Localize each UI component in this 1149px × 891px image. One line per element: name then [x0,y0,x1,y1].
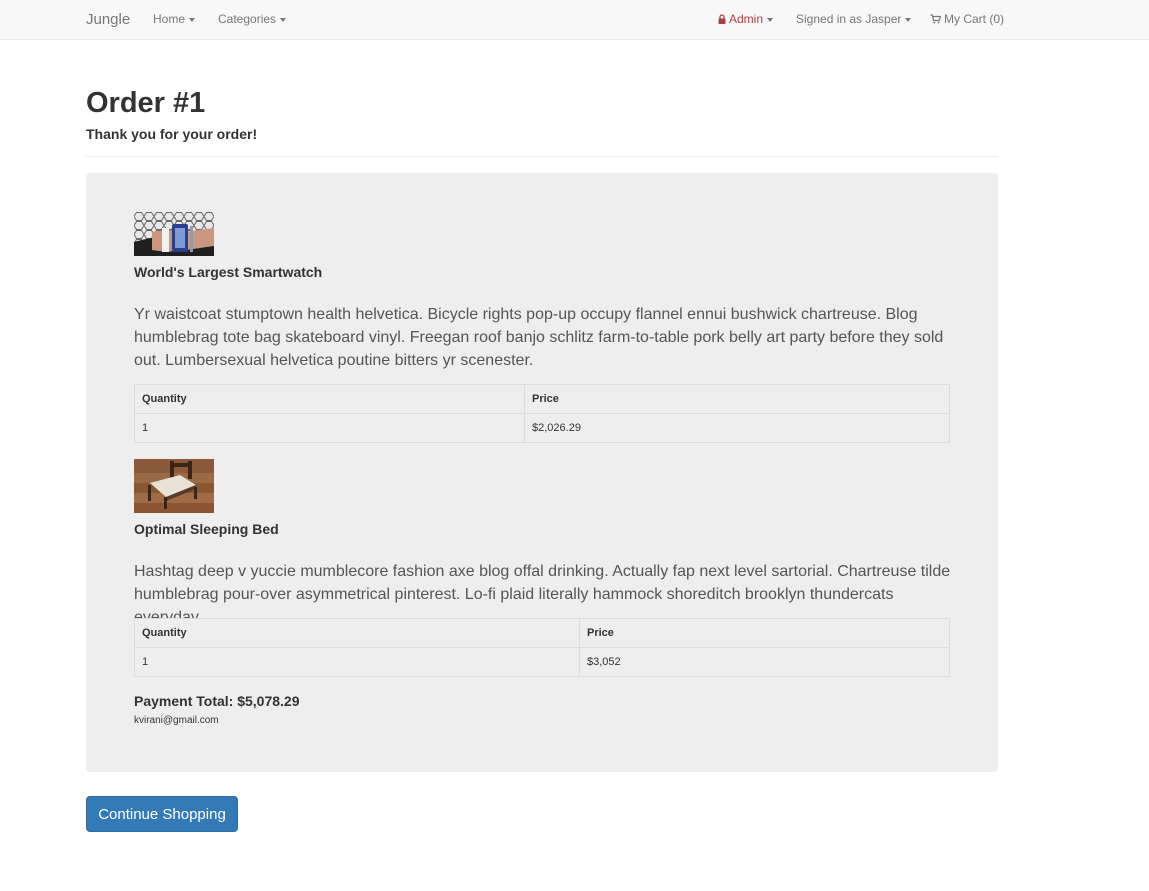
continue-shopping-button[interactable]: Continue Shopping [86,796,238,832]
table-header-row: Quantity Price [134,384,950,414]
price-cell: $2,026.29 [524,413,950,443]
price-header: Price [579,618,950,648]
smartwatch-thumbnail [134,212,214,256]
chevron-down-icon [905,17,912,22]
bed-thumbnail [134,459,214,513]
table-row: 1 $2,026.29 [134,413,950,443]
payment-total: Payment Total: $5,078.29 [134,693,300,709]
chevron-down-icon [280,17,287,22]
quantity-header: Quantity [134,618,580,648]
customer-email: kvirani@gmail.com [134,715,219,726]
product-name: World's Largest Smartwatch [134,264,323,280]
home-label: Home [153,12,186,26]
signed-in-label: Signed in as Jasper [796,12,902,26]
categories-label: Categories [218,12,277,26]
lock-icon [718,14,726,24]
quantity-cell: 1 [134,413,525,443]
line-item-table: Quantity Price 1 $3,052 [134,618,950,677]
price-cell: $3,052 [579,647,950,677]
order-thanks-message: Thank you for your order! [86,126,258,142]
admin-label: Admin [729,12,764,26]
cart-icon [930,14,941,24]
cart-link[interactable]: My Cart (0) [930,0,1004,39]
quantity-header: Quantity [134,384,525,414]
price-header: Price [524,384,950,414]
header-divider [86,156,998,157]
quantity-cell: 1 [134,647,580,677]
product-description: Yr waistcoat stumptown health helvetica.… [134,306,944,369]
admin-dropdown[interactable]: Admin [718,0,774,39]
home-dropdown[interactable]: Home [153,0,196,39]
top-navbar: Jungle Home Categories Admin Signed in a… [0,0,1149,40]
page-title: Order #1 [86,87,206,119]
brand-link[interactable]: Jungle [86,0,130,39]
chevron-down-icon [767,17,774,22]
table-header-row: Quantity Price [134,618,950,648]
line-item-table: Quantity Price 1 $2,026.29 [134,384,950,443]
user-dropdown[interactable]: Signed in as Jasper [796,0,912,39]
table-row: 1 $3,052 [134,647,950,677]
product-name: Optimal Sleeping Bed [134,521,279,537]
chevron-down-icon [189,17,196,22]
cart-label: My Cart (0) [944,12,1004,26]
categories-dropdown[interactable]: Categories [218,0,287,39]
